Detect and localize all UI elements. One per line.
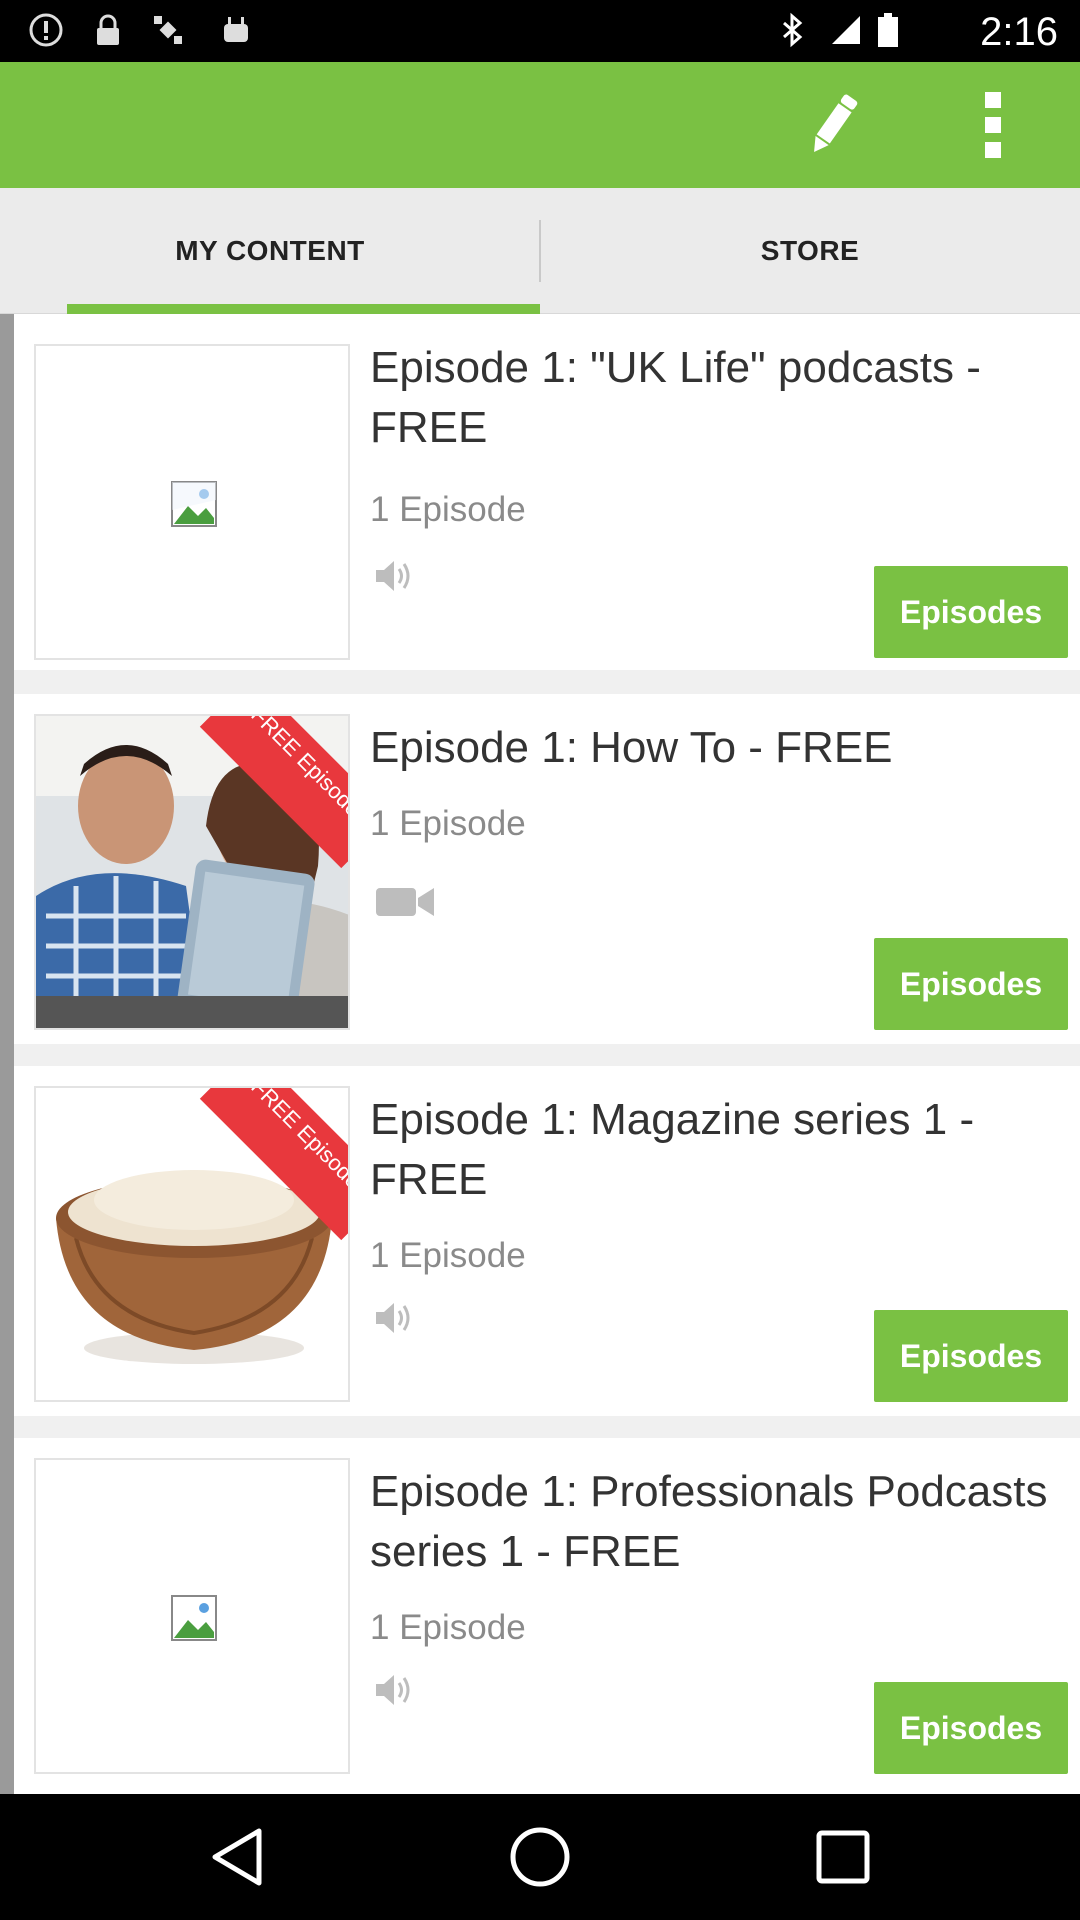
navigation-bar bbox=[0, 1794, 1080, 1920]
fake-gps-icon bbox=[154, 16, 182, 44]
tab-bar: MY CONTENT STORE bbox=[0, 188, 1080, 314]
item-title[interactable]: Episode 1: Magazine series 1 - FREE bbox=[370, 1090, 1050, 1210]
audio-icon bbox=[376, 1303, 410, 1333]
item-thumbnail bbox=[34, 1458, 350, 1774]
item-thumbnail: FREE Episode bbox=[34, 714, 350, 1030]
recents-button[interactable] bbox=[808, 1822, 878, 1892]
item-episode-count: 1 Episode bbox=[370, 490, 526, 529]
item-thumbnail: FREE Episode bbox=[34, 1086, 350, 1402]
android-icon bbox=[224, 17, 248, 42]
video-icon bbox=[376, 888, 434, 916]
item-episode-count: 1 Episode bbox=[370, 1236, 526, 1275]
signal-icon bbox=[832, 16, 860, 44]
back-button[interactable] bbox=[202, 1822, 272, 1892]
list-item[interactable]: FREE Episode Episode 1: Magazine series … bbox=[14, 1066, 1080, 1416]
list-item[interactable]: FREE Episode Episode 1: How To - FREE 1 … bbox=[14, 694, 1080, 1044]
alert-icon bbox=[29, 13, 63, 47]
item-title[interactable]: Episode 1: Professionals Podcasts series… bbox=[370, 1462, 1050, 1582]
home-icon bbox=[510, 1827, 570, 1887]
lock-icon bbox=[97, 14, 119, 45]
item-thumbnail bbox=[34, 344, 350, 660]
episodes-button[interactable]: Episodes bbox=[874, 1310, 1068, 1402]
back-icon bbox=[212, 1828, 262, 1886]
content-list[interactable]: Episode 1: "UK Life" podcasts - FREE 1 E… bbox=[0, 314, 1080, 1794]
item-title[interactable]: Episode 1: How To - FREE bbox=[370, 718, 1050, 778]
app-bar bbox=[0, 62, 1080, 188]
pencil-icon bbox=[814, 94, 858, 153]
list-item[interactable]: Episode 1: "UK Life" podcasts - FREE 1 E… bbox=[14, 314, 1080, 670]
audio-icon bbox=[376, 561, 410, 591]
episodes-button[interactable]: Episodes bbox=[874, 938, 1068, 1030]
recents-icon bbox=[816, 1830, 870, 1884]
tab-selected-indicator bbox=[67, 304, 540, 314]
episodes-button[interactable]: Episodes bbox=[874, 566, 1068, 658]
tab-store[interactable]: STORE bbox=[540, 188, 1080, 314]
home-button[interactable] bbox=[505, 1822, 575, 1892]
overflow-menu-button[interactable] bbox=[950, 82, 1036, 168]
broken-image-icon bbox=[171, 1595, 217, 1641]
tab-my-content[interactable]: MY CONTENT bbox=[0, 188, 540, 314]
item-episode-count: 1 Episode bbox=[370, 804, 526, 843]
audio-icon bbox=[376, 1675, 410, 1705]
list-item[interactable]: Episode 1: Professionals Podcasts series… bbox=[14, 1438, 1080, 1794]
status-bar: 2:16 bbox=[0, 0, 1080, 62]
episodes-button[interactable]: Episodes bbox=[874, 1682, 1068, 1774]
list-rail bbox=[0, 314, 14, 1794]
broken-image-icon bbox=[171, 481, 217, 527]
battery-icon bbox=[878, 13, 898, 47]
overflow-menu-icon bbox=[985, 92, 1001, 158]
item-episode-count: 1 Episode bbox=[370, 1608, 526, 1647]
bluetooth-icon bbox=[783, 12, 803, 48]
item-title[interactable]: Episode 1: "UK Life" podcasts - FREE bbox=[370, 338, 1050, 458]
edit-button[interactable] bbox=[790, 82, 876, 168]
status-time: 2:16 bbox=[980, 10, 1058, 54]
